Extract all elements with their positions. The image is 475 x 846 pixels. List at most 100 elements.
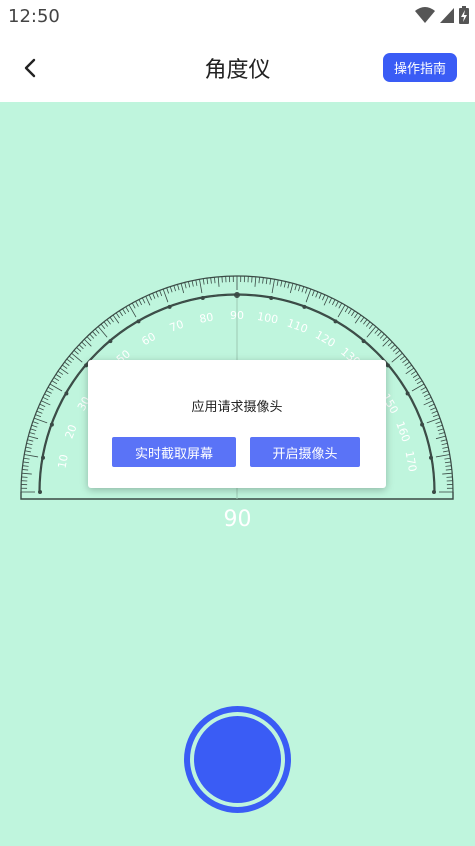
protractor-tick (145, 296, 151, 306)
protractor-tick (106, 319, 111, 325)
screen-capture-button[interactable]: 实时截取屏幕 (112, 437, 236, 467)
protractor-scale-label: 170 (403, 450, 419, 473)
protractor-tick (406, 364, 412, 369)
protractor-tick (377, 331, 382, 337)
guide-button[interactable]: 操作指南 (383, 53, 457, 82)
wifi-icon (415, 7, 435, 23)
protractor-tick (210, 277, 212, 284)
protractor-tick (444, 457, 451, 460)
protractor-tick (162, 288, 169, 303)
protractor-tick (23, 457, 30, 460)
protractor-tick (188, 281, 191, 288)
protractor-scale-label: 20 (63, 423, 80, 441)
protractor-tick (412, 374, 419, 378)
protractor-tick (442, 446, 449, 449)
protractor-tick (390, 344, 396, 350)
protractor-tick (180, 283, 185, 294)
protractor-tick (287, 282, 290, 289)
signal-icon (440, 8, 454, 23)
protractor-tick (112, 314, 120, 324)
protractor-tick (411, 383, 425, 392)
protractor-tick (435, 435, 446, 440)
open-camera-button[interactable]: 开启摄像头 (250, 437, 360, 467)
protractor-tick (337, 304, 346, 318)
protractor-tick (23, 461, 30, 464)
protractor-tick (59, 367, 69, 375)
protractor-tick (76, 347, 82, 352)
protractor-tick (289, 283, 294, 294)
protractor-tick (379, 333, 385, 339)
protractor-dot (235, 293, 239, 297)
protractor-scale-label: 60 (139, 330, 158, 348)
protractor-tick (155, 291, 159, 298)
protractor-tick (360, 317, 365, 323)
protractor-tick (437, 428, 444, 431)
protractor-dot (385, 363, 390, 368)
protractor-tick (55, 374, 62, 378)
protractor-tick (271, 279, 275, 294)
protractor-tick (47, 386, 54, 391)
protractor-tick (335, 301, 339, 307)
protractor-tick (94, 328, 100, 334)
protractor-tick (46, 390, 52, 394)
protractor-tick (31, 424, 38, 428)
protractor-tick (206, 278, 209, 285)
protractor-tick (399, 355, 406, 361)
protractor-tick (21, 472, 32, 475)
protractor-tick (298, 285, 301, 292)
protractor-tick (199, 279, 203, 294)
protractor-dot (40, 455, 45, 460)
protractor-tick (363, 319, 368, 325)
protractor-tick (152, 293, 156, 299)
protractor-dot (49, 422, 54, 427)
protractor-tick (395, 349, 401, 355)
protractor-tick (441, 443, 448, 446)
protractor-tick (410, 370, 417, 375)
protractor-tick (269, 278, 272, 285)
protractor-tick (92, 331, 97, 337)
protractor-tick (428, 403, 435, 407)
protractor-tick (100, 323, 106, 330)
protractor-tick (442, 472, 453, 475)
protractor-tick (44, 393, 51, 398)
protractor-tick (351, 310, 355, 317)
protractor-dot (302, 304, 307, 309)
protractor-tick (39, 403, 46, 407)
protractor-tick (420, 386, 427, 391)
camera-permission-dialog: 应用请求摄像头 实时截取屏幕 开启摄像头 (88, 360, 386, 488)
protractor-tick (36, 410, 43, 414)
protractor-tick (315, 291, 319, 298)
shutter-button[interactable] (184, 706, 291, 813)
protractor-tick (276, 279, 279, 286)
protractor-dot (269, 295, 274, 300)
protractor-tick (392, 347, 398, 352)
protractor-tick (141, 297, 146, 304)
protractor-tick (262, 277, 264, 284)
protractor-tick (131, 302, 136, 309)
protractor-tick (57, 370, 64, 375)
protractor-tick (71, 352, 83, 363)
protractor-tick (354, 314, 362, 324)
protractor-tick (304, 287, 308, 294)
protractor-tick (184, 282, 187, 289)
protractor-scale-label: 70 (168, 318, 186, 335)
protractor-dot (429, 455, 434, 460)
protractor-tick (135, 301, 139, 307)
protractor-tick (445, 465, 452, 467)
protractor-dot (136, 319, 141, 324)
protractor-tick (391, 352, 403, 363)
protractor-tick (68, 355, 75, 361)
protractor-tick (331, 299, 336, 306)
protractor-dot (200, 295, 205, 300)
protractor-tick (119, 310, 123, 317)
protractor-tick (431, 410, 438, 414)
protractor-tick (258, 277, 260, 284)
protractor-tick (347, 308, 352, 315)
main-content: 1020304050607080901001101201301401501601… (0, 102, 475, 846)
app-bar: 角度仪 操作指南 (0, 34, 475, 102)
protractor-tick (416, 380, 423, 385)
protractor-scale-label: 110 (285, 316, 309, 335)
protractor-dot (38, 490, 42, 494)
protractor-tick (97, 326, 108, 338)
protractor-tick (436, 424, 443, 428)
